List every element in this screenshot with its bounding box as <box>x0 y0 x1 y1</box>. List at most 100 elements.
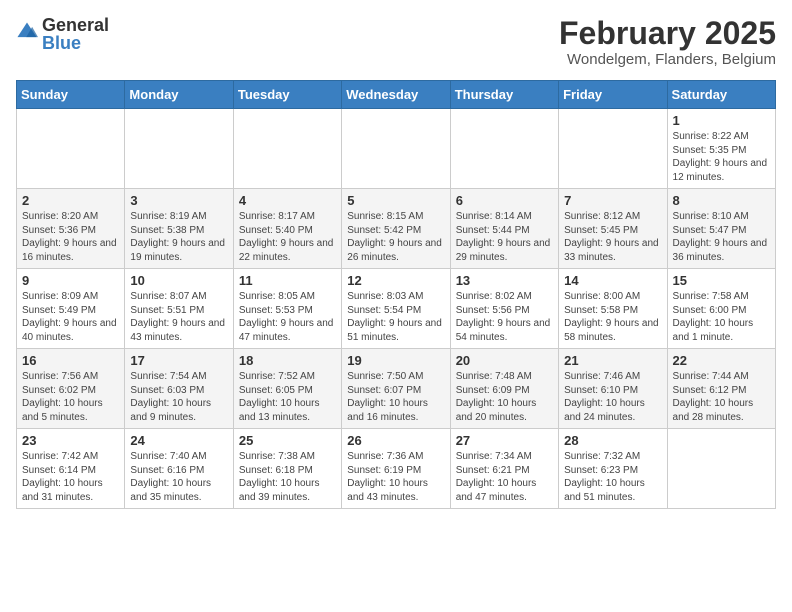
day-number: 3 <box>130 193 227 208</box>
calendar-cell: 18 Sunrise: 7:52 AM Sunset: 6:05 PM Dayli… <box>233 349 341 429</box>
day-info: Sunrise: 7:40 AM Sunset: 6:16 PM Dayligh… <box>130 450 227 504</box>
calendar-week-row: 23Sunrise: 7:42 AM Sunset: 6:14 PM Dayli… <box>17 429 776 509</box>
day-number: 8 <box>673 193 770 208</box>
day-info: Sunrise: 8:20 AM Sunset: 5:36 PM Dayligh… <box>22 210 119 264</box>
day-info: Sunrise: 7:52 AM Sunset: 6:05 PM Dayligh… <box>239 370 336 424</box>
day-number: 21 <box>564 353 661 368</box>
day-info: Sunrise: 7:34 AM Sunset: 6:21 PM Dayligh… <box>456 450 553 504</box>
calendar-cell <box>342 109 450 189</box>
day-info: Sunrise: 8:03 AM Sunset: 5:54 PM Dayligh… <box>347 290 444 344</box>
day-info: Sunrise: 7:54 AM Sunset: 6:03 PM Dayligh… <box>130 370 227 424</box>
calendar-cell: 1 Sunrise: 8:22 AM Sunset: 5:35 PM Daylig… <box>667 109 775 189</box>
calendar-cell: 16 Sunrise: 7:56 AM Sunset: 6:02 PM Dayli… <box>17 349 125 429</box>
column-header-saturday: Saturday <box>667 81 775 109</box>
column-header-sunday: Sunday <box>17 81 125 109</box>
day-number: 12 <box>347 273 444 288</box>
day-number: 27 <box>456 433 553 448</box>
calendar-cell: 27 Sunrise: 7:34 AM Sunset: 6:21 PM Dayli… <box>450 429 558 509</box>
logo-icon <box>16 21 38 43</box>
calendar-cell <box>233 109 341 189</box>
calendar-cell: 7 Sunrise: 8:12 AM Sunset: 5:45 PM Daylig… <box>559 189 667 269</box>
day-number: 7 <box>564 193 661 208</box>
calendar-cell <box>667 429 775 509</box>
calendar-header-row: SundayMondayTuesdayWednesdayThursdayFrid… <box>17 81 776 109</box>
day-info: Sunrise: 8:02 AM Sunset: 5:56 PM Dayligh… <box>456 290 553 344</box>
calendar-cell: 17 Sunrise: 7:54 AM Sunset: 6:03 PM Dayli… <box>125 349 233 429</box>
page-header: General Blue February 2025 Wondelgem, Fl… <box>16 16 776 68</box>
calendar-week-row: 1 Sunrise: 8:22 AM Sunset: 5:35 PM Daylig… <box>17 109 776 189</box>
day-info: Sunrise: 8:15 AM Sunset: 5:42 PM Dayligh… <box>347 210 444 264</box>
day-number: 20 <box>456 353 553 368</box>
day-number: 25 <box>239 433 336 448</box>
column-header-tuesday: Tuesday <box>233 81 341 109</box>
calendar-week-row: 9 Sunrise: 8:09 AM Sunset: 5:49 PM Daylig… <box>17 269 776 349</box>
location-subtitle: Wondelgem, Flanders, Belgium <box>559 51 776 68</box>
day-number: 5 <box>347 193 444 208</box>
day-info: Sunrise: 7:46 AM Sunset: 6:10 PM Dayligh… <box>564 370 661 424</box>
calendar-cell: 4Sunrise: 8:17 AM Sunset: 5:40 PM Daylig… <box>233 189 341 269</box>
calendar-cell: 20 Sunrise: 7:48 AM Sunset: 6:09 PM Dayli… <box>450 349 558 429</box>
day-info: Sunrise: 7:42 AM Sunset: 6:14 PM Dayligh… <box>22 450 119 504</box>
day-number: 24 <box>130 433 227 448</box>
calendar-cell: 8 Sunrise: 8:10 AM Sunset: 5:47 PM Daylig… <box>667 189 775 269</box>
column-header-thursday: Thursday <box>450 81 558 109</box>
day-info: Sunrise: 8:07 AM Sunset: 5:51 PM Dayligh… <box>130 290 227 344</box>
calendar-cell <box>450 109 558 189</box>
day-info: Sunrise: 7:36 AM Sunset: 6:19 PM Dayligh… <box>347 450 444 504</box>
day-number: 1 <box>673 113 770 128</box>
day-info: Sunrise: 8:10 AM Sunset: 5:47 PM Dayligh… <box>673 210 770 264</box>
day-info: Sunrise: 8:00 AM Sunset: 5:58 PM Dayligh… <box>564 290 661 344</box>
calendar-week-row: 2 Sunrise: 8:20 AM Sunset: 5:36 PM Daylig… <box>17 189 776 269</box>
day-info: Sunrise: 8:05 AM Sunset: 5:53 PM Dayligh… <box>239 290 336 344</box>
day-info: Sunrise: 7:48 AM Sunset: 6:09 PM Dayligh… <box>456 370 553 424</box>
day-info: Sunrise: 8:09 AM Sunset: 5:49 PM Dayligh… <box>22 290 119 344</box>
calendar-cell: 2 Sunrise: 8:20 AM Sunset: 5:36 PM Daylig… <box>17 189 125 269</box>
calendar-cell: 12 Sunrise: 8:03 AM Sunset: 5:54 PM Dayli… <box>342 269 450 349</box>
day-info: Sunrise: 8:19 AM Sunset: 5:38 PM Dayligh… <box>130 210 227 264</box>
day-number: 28 <box>564 433 661 448</box>
day-info: Sunrise: 8:22 AM Sunset: 5:35 PM Dayligh… <box>673 130 770 184</box>
calendar-cell: 15 Sunrise: 7:58 AM Sunset: 6:00 PM Dayli… <box>667 269 775 349</box>
day-number: 17 <box>130 353 227 368</box>
day-info: Sunrise: 7:56 AM Sunset: 6:02 PM Dayligh… <box>22 370 119 424</box>
logo-general-text: General <box>42 16 109 34</box>
calendar-cell: 11 Sunrise: 8:05 AM Sunset: 5:53 PM Dayli… <box>233 269 341 349</box>
day-info: Sunrise: 8:14 AM Sunset: 5:44 PM Dayligh… <box>456 210 553 264</box>
day-info: Sunrise: 7:32 AM Sunset: 6:23 PM Dayligh… <box>564 450 661 504</box>
logo: General Blue <box>16 16 109 52</box>
column-header-monday: Monday <box>125 81 233 109</box>
day-number: 15 <box>673 273 770 288</box>
calendar-cell <box>125 109 233 189</box>
day-number: 10 <box>130 273 227 288</box>
calendar-cell: 10 Sunrise: 8:07 AM Sunset: 5:51 PM Dayli… <box>125 269 233 349</box>
day-number: 16 <box>22 353 119 368</box>
day-number: 14 <box>564 273 661 288</box>
day-number: 9 <box>22 273 119 288</box>
calendar-cell: 14 Sunrise: 8:00 AM Sunset: 5:58 PM Dayli… <box>559 269 667 349</box>
calendar-week-row: 16 Sunrise: 7:56 AM Sunset: 6:02 PM Dayli… <box>17 349 776 429</box>
day-number: 18 <box>239 353 336 368</box>
calendar-cell: 5 Sunrise: 8:15 AM Sunset: 5:42 PM Daylig… <box>342 189 450 269</box>
day-number: 11 <box>239 273 336 288</box>
logo-blue-text: Blue <box>42 34 109 52</box>
calendar-cell: 26 Sunrise: 7:36 AM Sunset: 6:19 PM Dayli… <box>342 429 450 509</box>
day-info: Sunrise: 7:58 AM Sunset: 6:00 PM Dayligh… <box>673 290 770 344</box>
calendar-cell: 13 Sunrise: 8:02 AM Sunset: 5:56 PM Dayli… <box>450 269 558 349</box>
calendar-cell: 23Sunrise: 7:42 AM Sunset: 6:14 PM Dayli… <box>17 429 125 509</box>
day-number: 19 <box>347 353 444 368</box>
day-number: 6 <box>456 193 553 208</box>
month-title: February 2025 <box>559 16 776 51</box>
day-info: Sunrise: 7:50 AM Sunset: 6:07 PM Dayligh… <box>347 370 444 424</box>
calendar-cell: 21 Sunrise: 7:46 AM Sunset: 6:10 PM Dayli… <box>559 349 667 429</box>
day-number: 13 <box>456 273 553 288</box>
day-number: 4 <box>239 193 336 208</box>
calendar-table: SundayMondayTuesdayWednesdayThursdayFrid… <box>16 80 776 509</box>
column-header-friday: Friday <box>559 81 667 109</box>
day-info: Sunrise: 7:44 AM Sunset: 6:12 PM Dayligh… <box>673 370 770 424</box>
day-number: 2 <box>22 193 119 208</box>
day-info: Sunrise: 8:12 AM Sunset: 5:45 PM Dayligh… <box>564 210 661 264</box>
day-number: 26 <box>347 433 444 448</box>
calendar-cell: 25Sunrise: 7:38 AM Sunset: 6:18 PM Dayli… <box>233 429 341 509</box>
calendar-cell: 22Sunrise: 7:44 AM Sunset: 6:12 PM Dayli… <box>667 349 775 429</box>
calendar-cell <box>17 109 125 189</box>
